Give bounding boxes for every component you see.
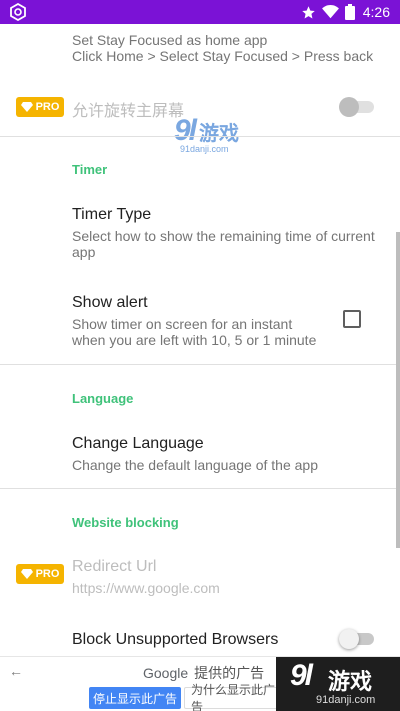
ad-banner[interactable]: ← Google 提供的广告 停止显示此广告 为什么显示此广告 9l 游戏 91d…	[0, 656, 400, 711]
block-browsers-item[interactable]: Block Unsupported Browsers	[0, 618, 400, 656]
rotate-home-title: 允许旋转主屏幕	[72, 103, 185, 120]
app-logo-icon	[10, 3, 26, 21]
timer-type-title: Timer Type	[72, 206, 152, 223]
battery-icon	[344, 4, 355, 20]
ad-provider-line: Google 提供的广告	[143, 663, 264, 683]
website-blocking-category-header: Website blocking	[72, 515, 179, 530]
google-label: Google	[143, 665, 189, 681]
home-app-subtitle-2: Click Home > Select Stay Focused > Press…	[72, 48, 374, 64]
settings-list[interactable]: Set Stay Focused as home app Click Home …	[0, 24, 400, 656]
timer-type-item[interactable]: Timer Type Select how to show the remain…	[0, 190, 400, 270]
scrollbar[interactable]	[396, 232, 400, 548]
timer-category-header: Timer	[72, 162, 108, 177]
show-alert-subtitle-2: when you are left with 10, 5 or 1 minute	[72, 332, 317, 348]
ad-provided-text: 提供的广告	[194, 665, 265, 681]
star-icon	[302, 5, 315, 18]
show-alert-title: Show alert	[72, 294, 148, 311]
redirect-url-item[interactable]: PRO Redirect Url https://www.google.com	[0, 544, 400, 608]
show-alert-subtitle-1: Show timer on screen for an instant	[72, 316, 293, 332]
watermark-logo: 9l 游戏 91danji.com	[174, 114, 240, 154]
status-time: 4:26	[362, 4, 390, 20]
home-app-subtitle-1: Set Stay Focused as home app	[72, 32, 268, 48]
block-browsers-title: Block Unsupported Browsers	[72, 631, 279, 648]
show-alert-checkbox[interactable]	[343, 310, 361, 328]
timer-type-subtitle-2: app	[72, 244, 96, 260]
why-this-ad-button[interactable]: 为什么显示此广告	[184, 683, 284, 711]
timer-type-subtitle-1: Select how to show the remaining time of…	[72, 228, 375, 244]
change-language-title: Change Language	[72, 435, 204, 452]
diamond-icon	[20, 569, 33, 579]
rotate-home-switch[interactable]	[339, 97, 375, 117]
pro-badge: PRO	[16, 564, 64, 584]
pro-badge: PRO	[16, 97, 64, 117]
status-bar: 4:26	[0, 0, 400, 24]
change-language-item[interactable]: Change Language Change the default langu…	[0, 419, 400, 483]
language-category-header: Language	[72, 391, 134, 406]
divider	[0, 136, 400, 137]
back-arrow-icon[interactable]: ←	[9, 663, 23, 679]
change-language-subtitle: Change the default language of the app	[72, 457, 318, 473]
redirect-url-title: Redirect Url	[72, 558, 157, 575]
redirect-url-subtitle: https://www.google.com	[72, 580, 220, 596]
wifi-icon	[321, 5, 339, 19]
brand-logo: 9l 游戏 91danji.com	[276, 657, 400, 711]
show-alert-item[interactable]: Show alert Show timer on screen for an i…	[0, 278, 400, 360]
diamond-icon	[20, 102, 33, 112]
block-browsers-switch[interactable]	[339, 629, 375, 649]
divider	[0, 364, 400, 365]
divider	[0, 488, 400, 489]
stop-showing-ad-button[interactable]: 停止显示此广告	[89, 687, 181, 709]
